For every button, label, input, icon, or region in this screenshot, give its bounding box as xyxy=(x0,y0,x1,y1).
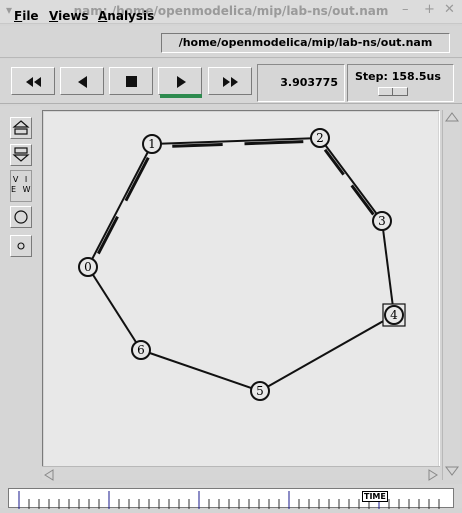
network-canvas[interactable]: 0 1 2 3 4 5 6 xyxy=(44,112,438,466)
step-slider-handle[interactable] xyxy=(378,87,408,96)
stop-button[interactable] xyxy=(109,67,153,95)
node-2[interactable]: 2 xyxy=(310,128,330,148)
step-slider-notch xyxy=(392,88,393,95)
scroll-down-icon[interactable] xyxy=(445,466,459,476)
node-label: 1 xyxy=(148,137,156,151)
rewind-button[interactable] xyxy=(11,67,55,95)
packet-mark xyxy=(323,148,345,176)
play-active-indicator xyxy=(160,94,202,98)
small-circle-button[interactable] xyxy=(10,235,32,257)
menu-file[interactable]: File xyxy=(14,9,39,23)
node-3[interactable]: 3 xyxy=(372,211,392,231)
node-label: 5 xyxy=(256,384,264,398)
node-label: 6 xyxy=(137,343,145,357)
play-backward-icon xyxy=(78,76,87,88)
link-6-0[interactable] xyxy=(87,266,142,351)
packet-mark xyxy=(350,184,375,216)
node-label: 4 xyxy=(390,308,398,322)
node-label: 0 xyxy=(84,260,92,274)
maximize-icon[interactable]: + xyxy=(424,2,435,17)
file-path-display: /home/openmodelica/mip/lab-ns/out.nam xyxy=(161,33,450,53)
packet-mark xyxy=(97,216,119,255)
node-5[interactable]: 5 xyxy=(250,381,270,401)
node-label: 3 xyxy=(378,214,386,228)
large-circle-icon xyxy=(14,210,28,224)
link-0-1[interactable] xyxy=(87,143,153,268)
horizontal-scrollbar[interactable] xyxy=(42,466,440,481)
scroll-left-icon[interactable] xyxy=(44,469,54,481)
scroll-right-icon[interactable] xyxy=(428,469,438,481)
timeline-ticks xyxy=(18,491,440,509)
node-1[interactable]: 1 xyxy=(142,134,162,154)
rewind-icon xyxy=(26,77,41,87)
fast-forward-icon xyxy=(223,77,238,87)
menu-analysis[interactable]: Analysis xyxy=(98,9,154,23)
zoom-out-button[interactable] xyxy=(10,144,32,166)
node-6[interactable]: 6 xyxy=(131,340,151,360)
vertical-scrollbar[interactable] xyxy=(442,110,460,480)
play-forward-button[interactable] xyxy=(158,67,202,95)
play-backward-button[interactable] xyxy=(60,67,104,95)
step-label: Step: 158.5us xyxy=(355,70,441,83)
link-5-6[interactable] xyxy=(140,349,261,392)
zoom-out-icon xyxy=(12,147,30,162)
current-time-display: 3.903775 xyxy=(257,64,345,102)
packet-mark xyxy=(244,140,304,146)
node-label: 2 xyxy=(316,131,324,145)
packet-mark xyxy=(172,142,223,148)
zoom-in-icon xyxy=(12,120,30,135)
menu-views[interactable]: Views xyxy=(49,9,89,23)
timeline-time-label: TIME xyxy=(362,491,388,502)
small-circle-icon xyxy=(17,242,25,250)
play-forward-icon xyxy=(177,76,186,88)
view-label: V I E W xyxy=(10,170,32,202)
link-2-3[interactable] xyxy=(319,137,383,222)
fast-forward-button[interactable] xyxy=(208,67,252,95)
link-4-5[interactable] xyxy=(259,314,395,392)
link-3-4[interactable] xyxy=(381,220,395,316)
close-icon[interactable]: ✕ xyxy=(444,2,455,17)
zoom-in-button[interactable] xyxy=(10,117,32,139)
node-4[interactable]: 4 xyxy=(382,303,406,327)
packet-mark xyxy=(124,156,150,202)
stop-icon xyxy=(126,76,137,87)
node-0[interactable]: 0 xyxy=(78,257,98,277)
scroll-up-icon[interactable] xyxy=(445,112,459,122)
minimize-icon[interactable]: – xyxy=(402,2,409,17)
network-topology: 0 1 2 3 4 5 6 xyxy=(78,128,406,401)
large-circle-button[interactable] xyxy=(10,206,32,228)
